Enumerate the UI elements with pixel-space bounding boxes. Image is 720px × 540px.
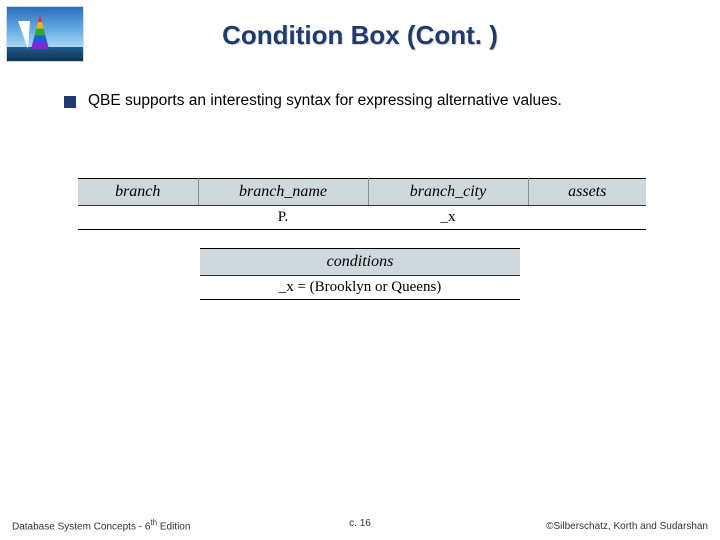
bullet-icon [64, 96, 76, 108]
branch-table: branch branch_name branch_city assets P.… [78, 178, 646, 230]
table-header-row: branch branch_name branch_city assets [78, 179, 646, 206]
table-row: P. _x [78, 206, 646, 230]
bullet-text: QBE supports an interesting syntax for e… [88, 92, 562, 110]
th-branch: branch [78, 179, 198, 206]
cell-branch-name: P. [198, 206, 368, 230]
cell-branch-city: _x [368, 206, 528, 230]
cell-assets [528, 206, 646, 230]
conditions-table: conditions _x = (Brooklyn or Queens) [200, 248, 520, 300]
table-header-row: conditions [200, 249, 520, 276]
th-conditions: conditions [200, 249, 520, 276]
table-row: _x = (Brooklyn or Queens) [200, 276, 520, 300]
th-branch-name: branch_name [198, 179, 368, 206]
footer-center: c. 16 [0, 518, 720, 529]
bullet-item: QBE supports an interesting syntax for e… [64, 92, 680, 110]
footer: Database System Concepts - 6th Edition c… [0, 518, 720, 532]
slide-title: Condition Box (Cont. ) [0, 20, 720, 51]
slide: Condition Box (Cont. ) QBE supports an i… [0, 0, 720, 540]
th-branch-city: branch_city [368, 179, 528, 206]
cell-branch [78, 206, 198, 230]
cell-condition: _x = (Brooklyn or Queens) [200, 276, 520, 300]
th-assets: assets [528, 179, 646, 206]
